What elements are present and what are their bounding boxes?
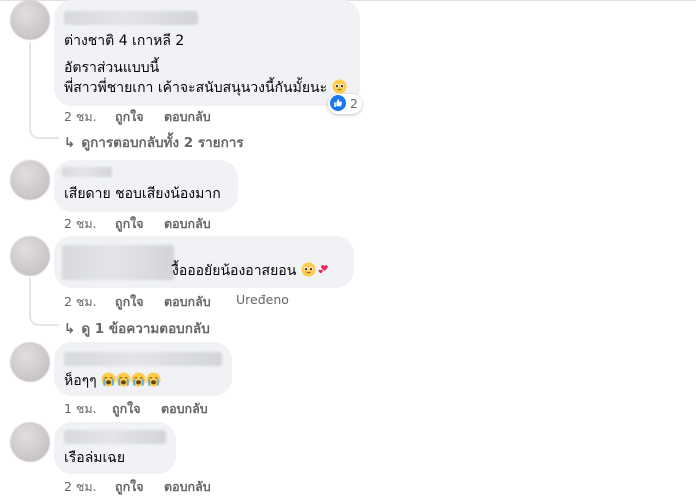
reply-button[interactable]: ตอบกลับ: [164, 477, 211, 497]
avatar[interactable]: [10, 160, 50, 200]
reply-button[interactable]: ตอบกลับ: [164, 107, 211, 127]
reaction-count-value: 2: [350, 96, 358, 111]
timestamp[interactable]: 2 ชม.: [64, 292, 97, 312]
like-button[interactable]: ถูกใจ: [115, 477, 144, 497]
comment-actions: 2 ชม. ถูกใจ ตอบกลับ: [64, 107, 264, 125]
crying-face-emoji: [101, 372, 116, 393]
hearts-emoji: [316, 262, 331, 283]
timestamp[interactable]: 2 ชม.: [64, 477, 97, 497]
comment-text: ห็อๆๆ: [64, 371, 161, 393]
reply-button[interactable]: ตอบกลับ: [164, 292, 211, 312]
comment-text-line: พี่สาวพี่ชายเกา เค้าจะสนับสนุนวงนี้กันมั…: [64, 80, 328, 96]
thread-connector: [29, 42, 59, 139]
commenter-name-blurred[interactable]: [64, 11, 198, 25]
avatar[interactable]: [10, 422, 50, 462]
reply-button[interactable]: ตอบกลับ: [161, 399, 208, 419]
edited-label[interactable]: Uređeno: [236, 292, 289, 307]
comment-text: อัตราส่วนแบบนี้: [64, 60, 160, 76]
timestamp[interactable]: 1 ชม.: [64, 399, 97, 419]
view-replies-label: ดูการตอบกลับทั้ง 2 รายการ: [81, 135, 244, 151]
comment-bubble: เรือล่มเฉย: [54, 422, 176, 474]
timestamp[interactable]: 2 ชม.: [64, 214, 97, 234]
reply-arrow-icon: ↳: [64, 135, 76, 151]
like-button[interactable]: ถูกใจ: [115, 107, 144, 127]
comment-bubble: ห็อๆๆ: [54, 342, 232, 396]
comment-text: พี่สาวพี่ชายเกา เค้าจะสนับสนุนวงนี้กันมั…: [64, 78, 347, 100]
timestamp[interactable]: 2 ชม.: [64, 107, 97, 127]
comment-text: ต่างชาติ 4 เกาหลี 2: [64, 33, 185, 49]
comment-text: งื้อออยัยน้องอาสยอน: [172, 261, 331, 283]
like-button[interactable]: ถูกใจ: [112, 399, 141, 419]
comment-bubble: งื้อออยัยน้องอาสยอน: [54, 236, 354, 288]
like-button[interactable]: ถูกใจ: [115, 214, 144, 234]
comment-actions: 2 ชม. ถูกใจ ตอบกลับ: [64, 214, 264, 232]
like-thumb-icon: [330, 95, 346, 111]
comment-text: เรือล่มเฉย: [64, 450, 126, 466]
comment-actions: 2 ชม. ถูกใจ ตอบกลับ: [64, 477, 264, 495]
commenter-name-blurred[interactable]: [64, 352, 222, 366]
reply-button[interactable]: ตอบกลับ: [164, 214, 211, 234]
comment-actions: 2 ชม. ถูกใจ ตอบกลับ Uređeno: [64, 292, 324, 310]
crying-face-emoji: [116, 372, 131, 393]
comment-text-line: ห็อๆๆ: [64, 373, 97, 389]
pleading-face-emoji: [301, 262, 316, 283]
commenter-name-blurred[interactable]: [64, 430, 166, 444]
view-replies-label: ดู 1 ข้อความตอบกลับ: [81, 321, 210, 337]
view-replies-link[interactable]: ↳ ดู 1 ข้อความตอบกลับ: [64, 317, 210, 339]
avatar[interactable]: [10, 342, 50, 382]
commenter-name-blurred[interactable]: [62, 167, 112, 177]
comment-text: เสียดาย ชอบเสียงน้องมาก: [64, 186, 221, 202]
crying-face-emoji: [131, 372, 146, 393]
thread-connector: [29, 278, 59, 326]
commenter-name-blurred[interactable]: [62, 245, 174, 280]
avatar[interactable]: [10, 236, 50, 276]
reaction-count[interactable]: 2: [328, 94, 362, 114]
crying-face-emoji: [146, 372, 161, 393]
avatar[interactable]: [10, 0, 50, 40]
comment-text-line: งื้อออยัยน้องอาสยอน: [172, 263, 297, 279]
comment-actions: 1 ชม. ถูกใจ ตอบกลับ: [64, 399, 264, 417]
comment-bubble: ต่างชาติ 4 เกาหลี 2 อัตราส่วนแบบนี้ พี่ส…: [54, 0, 360, 106]
reply-arrow-icon: ↳: [64, 321, 76, 337]
view-replies-link[interactable]: ↳ ดูการตอบกลับทั้ง 2 รายการ: [64, 131, 244, 153]
comment-bubble: เสียดาย ชอบเสียงน้องมาก: [54, 160, 238, 212]
like-button[interactable]: ถูกใจ: [115, 292, 144, 312]
